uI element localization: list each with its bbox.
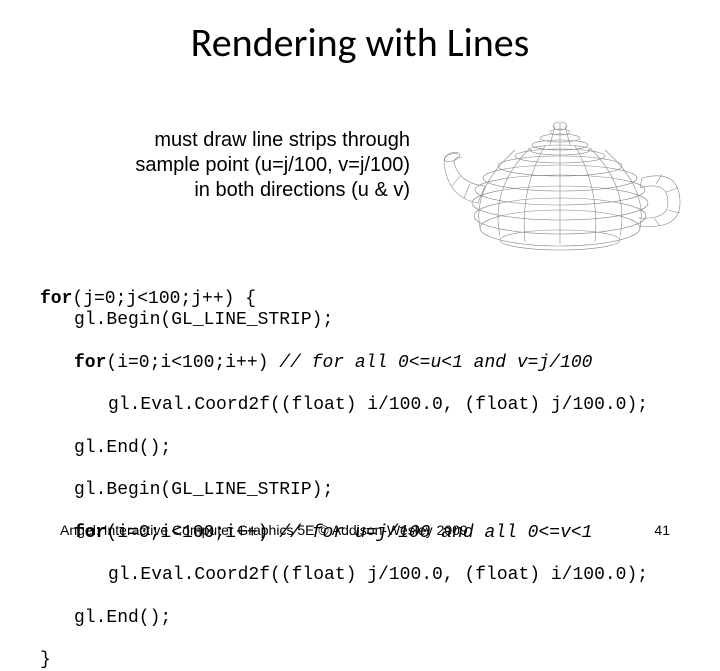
code-comment: // for all 0<=u<1 and v=j/100 (279, 353, 592, 373)
page-number: 41 (654, 522, 670, 538)
code-block: for(j=0;j<100;j++) { gl.Begin(GL_LINE_ST… (40, 268, 690, 671)
slide-title: Rendering with Lines (0, 18, 720, 67)
code-line: gl.Begin(GL_LINE_STRIP); (74, 480, 690, 501)
code-text: (j=0;j<100;j++) { (72, 289, 256, 309)
code-text: (i=0;i<100;i++) (106, 353, 279, 373)
code-kw: for (40, 289, 72, 309)
code-line: gl.Eval.Coord2f((float) j/100.0, (float)… (108, 565, 690, 586)
desc-line-3: in both directions (u & v) (60, 178, 410, 203)
code-line: gl.End(); (74, 438, 690, 459)
code-line: gl.Eval.Coord2f((float) i/100.0, (float)… (108, 395, 690, 416)
footer-citation: Angel: Interactive Computer Graphics 5E … (60, 522, 468, 538)
code-kw: for (74, 353, 106, 373)
description-block: must draw line strips through sample poi… (60, 128, 410, 203)
desc-line-1: must draw line strips through (60, 128, 410, 153)
code-line: } (40, 650, 51, 670)
teapot-wireframe-image (430, 108, 690, 258)
desc-line-2: sample point (u=j/100, v=j/100) (60, 153, 410, 178)
code-line: gl.End(); (74, 608, 690, 629)
code-line: gl.Begin(GL_LINE_STRIP); (74, 310, 690, 331)
